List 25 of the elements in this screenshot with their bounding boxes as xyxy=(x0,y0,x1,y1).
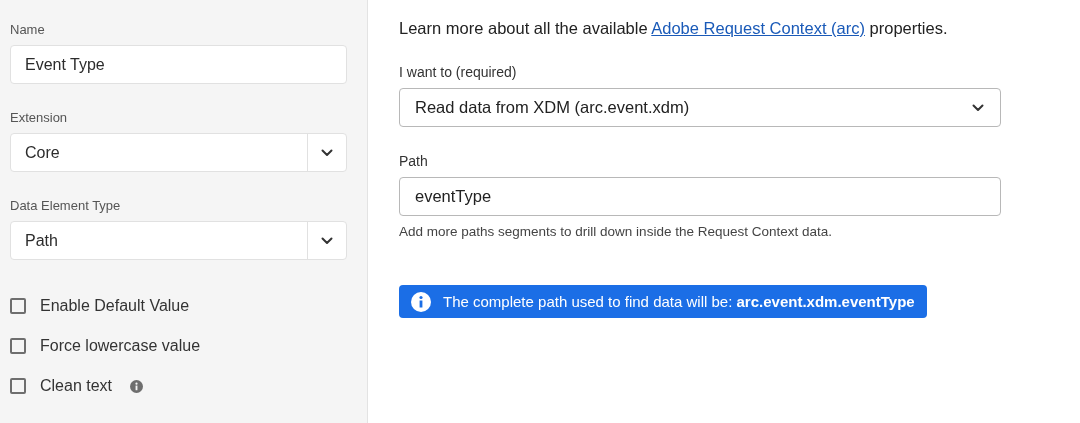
field-label: Extension xyxy=(10,110,68,125)
dropdown[interactable]: Core xyxy=(10,133,347,172)
info-icon xyxy=(411,291,431,312)
checkbox-label: Clean text xyxy=(40,377,113,395)
field-label: Data Element Type xyxy=(10,198,121,213)
learn-more-link[interactable]: Adobe Request Context (arc) xyxy=(651,19,865,37)
chevron-down-icon xyxy=(321,236,333,245)
dropdown[interactable]: Path xyxy=(10,221,347,260)
help-text: Add more paths segments to drill down inside the Request Context data. xyxy=(399,224,832,239)
chevron-down-icon xyxy=(321,148,333,157)
info-icon[interactable] xyxy=(130,379,144,393)
dropdown[interactable]: Read data from XDM (arc.event.xdm) xyxy=(399,88,1001,127)
input-field[interactable]: eventType xyxy=(399,177,1001,216)
checkbox[interactable] xyxy=(10,298,26,314)
field-label: Path xyxy=(399,153,428,169)
checkbox-label: Force lowercase value xyxy=(40,337,201,355)
chevron-down-icon xyxy=(972,103,984,112)
field-label: Name xyxy=(10,22,45,37)
checkbox[interactable] xyxy=(10,338,26,354)
intro-text: Learn more about all the available Adobe Request Context (arc) properties. xyxy=(399,19,948,38)
input-field[interactable]: Event Type xyxy=(10,45,347,84)
field-label: I want to (required) xyxy=(399,64,517,80)
checkbox-label: Enable Default Value xyxy=(40,297,190,315)
checkbox[interactable] xyxy=(10,378,26,394)
banner-text: The complete path used to find data will be: arc.event.xdm.eventType xyxy=(443,293,915,310)
